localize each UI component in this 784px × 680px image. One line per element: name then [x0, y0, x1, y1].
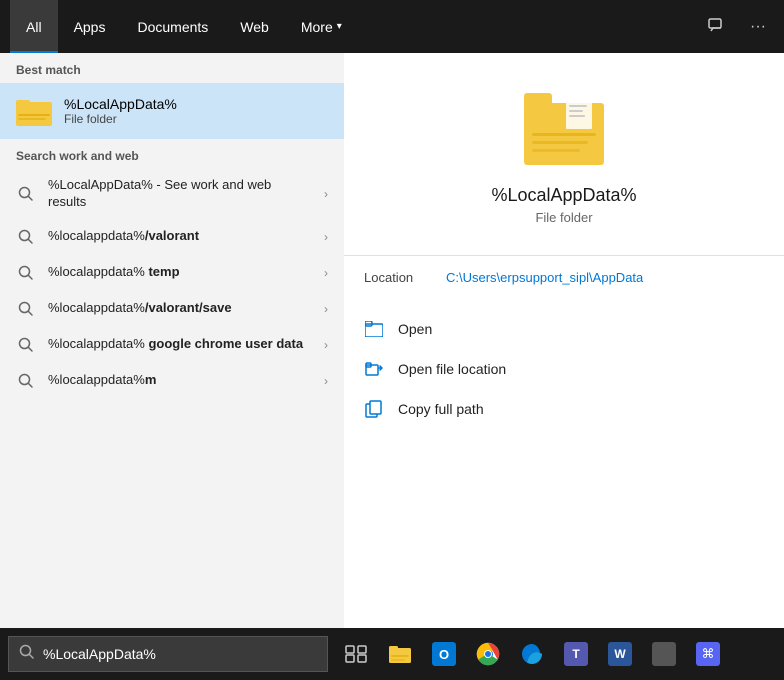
result-text-2: %localappdata%/valorant: [48, 228, 312, 245]
edge-icon[interactable]: [512, 634, 552, 674]
search-web-label: Search work and web: [0, 139, 344, 169]
list-item[interactable]: %LocalAppData% - See work and web result…: [0, 169, 344, 219]
taskbar-search-icon: [19, 644, 35, 665]
copy-path-label: Copy full path: [398, 401, 484, 417]
tab-documents[interactable]: Documents: [121, 0, 224, 53]
search-icon: [16, 227, 36, 247]
app-subtitle: File folder: [535, 210, 592, 225]
word-icon[interactable]: W: [600, 634, 640, 674]
tab-apps-label: Apps: [74, 19, 106, 35]
best-match-subtitle: File folder: [64, 112, 177, 126]
tab-web[interactable]: Web: [224, 0, 285, 53]
location-path[interactable]: C:\Users\erpsupport_sipl\AppData: [446, 270, 643, 285]
teams-icon[interactable]: T: [556, 634, 596, 674]
action-list: Open Open file location: [344, 299, 784, 439]
result-text-1: %LocalAppData% - See work and web result…: [48, 177, 312, 211]
location-row: Location C:\Users\erpsupport_sipl\AppDat…: [344, 255, 784, 299]
list-item[interactable]: %localappdata% temp ›: [0, 255, 344, 291]
result-text-3: %localappdata% temp: [48, 264, 312, 281]
tab-documents-label: Documents: [137, 19, 208, 35]
best-match-title: %LocalAppData%: [64, 96, 177, 112]
best-match-label: Best match: [0, 53, 344, 83]
search-icon: [16, 335, 36, 355]
open-folder-icon: [364, 319, 384, 339]
app-title: %LocalAppData%: [491, 185, 636, 206]
feedback-icon[interactable]: [700, 14, 734, 40]
open-file-location-label: Open file location: [398, 361, 506, 377]
best-match-text: %LocalAppData% File folder: [64, 96, 177, 126]
chevron-right-icon: ›: [324, 374, 328, 388]
discord-icon[interactable]: ⌘: [688, 634, 728, 674]
search-icon: [16, 299, 36, 319]
location-label: Location: [364, 270, 434, 285]
outlook-icon[interactable]: O: [424, 634, 464, 674]
tab-more[interactable]: More ▾: [285, 0, 358, 53]
tab-more-label: More: [301, 19, 333, 35]
open-action[interactable]: Open: [344, 309, 784, 349]
list-item[interactable]: %localappdata%m ›: [0, 363, 344, 399]
open-location-icon: [364, 359, 384, 379]
open-file-location-action[interactable]: Open file location: [344, 349, 784, 389]
chevron-right-icon: ›: [324, 187, 328, 201]
app-folder-icon-large: [524, 93, 604, 165]
best-match-folder-icon: [16, 93, 52, 129]
taskbar-search-input[interactable]: [43, 646, 317, 662]
copy-path-action[interactable]: Copy full path: [344, 389, 784, 429]
nav-bar: All Apps Documents Web More ▾ ···: [0, 0, 784, 53]
search-results-list: %LocalAppData% - See work and web result…: [0, 169, 344, 628]
app-icon[interactable]: [644, 634, 684, 674]
tab-all-label: All: [26, 19, 42, 35]
copy-path-icon: [364, 399, 384, 419]
task-view-icon[interactable]: [336, 634, 376, 674]
result-text-6: %localappdata%m: [48, 372, 312, 389]
tab-all[interactable]: All: [10, 0, 58, 53]
search-icon: [16, 184, 36, 204]
chevron-right-icon: ›: [324, 302, 328, 316]
list-item[interactable]: %localappdata% google chrome user data ›: [0, 327, 344, 363]
search-icon: [16, 371, 36, 391]
chevron-down-icon: ▾: [337, 21, 342, 32]
file-explorer-icon[interactable]: [380, 634, 420, 674]
taskbar: O T: [0, 628, 784, 680]
search-icon: [16, 263, 36, 283]
list-item[interactable]: %localappdata%/valorant/save ›: [0, 291, 344, 327]
start-menu: All Apps Documents Web More ▾ ···: [0, 0, 784, 628]
more-options-icon[interactable]: ···: [742, 14, 774, 40]
open-label: Open: [398, 321, 432, 337]
result-text-4: %localappdata%/valorant/save: [48, 300, 312, 317]
nav-right-icons: ···: [700, 14, 774, 40]
right-panel: %LocalAppData% File folder Location C:\U…: [344, 53, 784, 628]
best-match-item[interactable]: %LocalAppData% File folder: [0, 83, 344, 139]
tab-web-label: Web: [240, 19, 269, 35]
result-text-5: %localappdata% google chrome user data: [48, 336, 312, 353]
chrome-icon[interactable]: [468, 634, 508, 674]
taskbar-search-box[interactable]: [8, 636, 328, 672]
chevron-right-icon: ›: [324, 230, 328, 244]
chevron-right-icon: ›: [324, 338, 328, 352]
tab-apps[interactable]: Apps: [58, 0, 122, 53]
taskbar-icons: O T: [336, 634, 728, 674]
chevron-right-icon: ›: [324, 266, 328, 280]
main-content: Best match %LocalAppData% File folder: [0, 53, 784, 628]
left-panel: Best match %LocalAppData% File folder: [0, 53, 344, 628]
list-item[interactable]: %localappdata%/valorant ›: [0, 219, 344, 255]
